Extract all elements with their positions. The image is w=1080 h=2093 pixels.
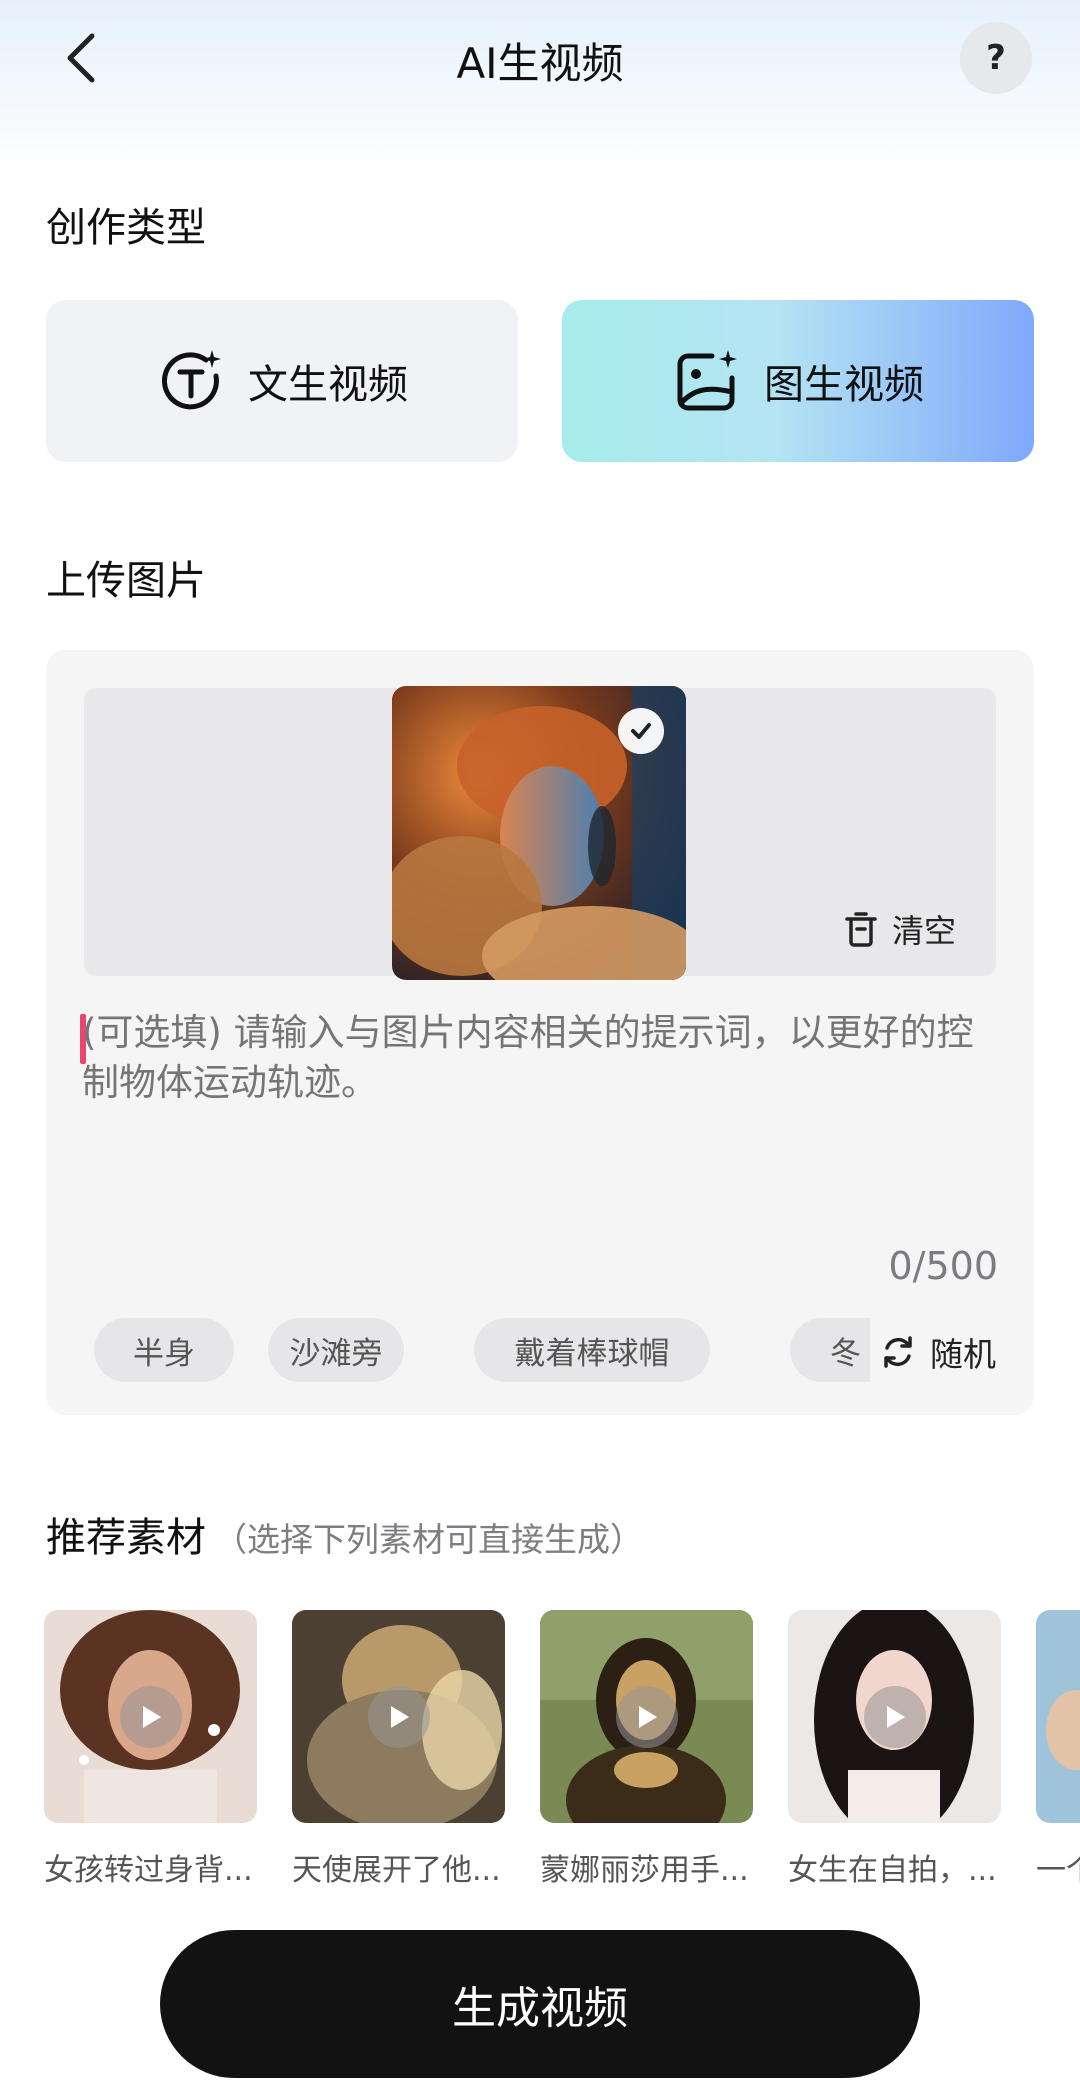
- recommend-caption: 女孩转过身背...: [44, 1853, 253, 1888]
- create-type-title: 创作类型: [46, 205, 206, 251]
- recommend-list: 女孩转过身背... 天使展开了他... 蒙娜丽莎用手... 女生在自拍，... …: [0, 1610, 1080, 1890]
- play-icon: [120, 1686, 182, 1748]
- text-to-video-label: 文生视频: [248, 362, 408, 408]
- upload-title: 上传图片: [46, 558, 206, 604]
- recommend-caption: 蒙娜丽莎用手...: [540, 1853, 749, 1888]
- recommend-caption: 一个: [1036, 1853, 1080, 1888]
- selected-check-icon: [618, 708, 664, 754]
- generate-video-button[interactable]: 生成视频: [160, 1930, 920, 2078]
- recommend-thumbnail: [1036, 1610, 1080, 1823]
- play-icon: [616, 1686, 678, 1748]
- recommend-title-text: 推荐素材: [46, 1515, 206, 1561]
- prompt-input[interactable]: [80, 1008, 1000, 1188]
- chip-beach[interactable]: 沙滩旁: [268, 1318, 404, 1382]
- image-sparkle-icon: [677, 350, 737, 411]
- play-icon: [368, 1686, 430, 1748]
- recommend-item[interactable]: 女生在自拍，...: [788, 1610, 1001, 1889]
- play-icon: [864, 1686, 926, 1748]
- text-to-video-option[interactable]: 文生视频: [46, 300, 518, 462]
- trash-icon: [845, 912, 877, 947]
- recommend-thumbnail: [292, 1610, 505, 1823]
- char-count: 0/500: [888, 1244, 998, 1288]
- recommend-thumbnail: [788, 1610, 1001, 1823]
- recommend-item[interactable]: 天使展开了他...: [292, 1610, 505, 1889]
- recommend-subtitle: （选择下列素材可直接生成）: [214, 1520, 643, 1559]
- recommend-caption: 天使展开了他...: [292, 1853, 501, 1888]
- chip-baseball-cap[interactable]: 戴着棒球帽: [474, 1318, 710, 1382]
- chip-winter[interactable]: 冬: [790, 1318, 870, 1382]
- recommend-title: 推荐素材 （选择下列素材可直接生成）: [46, 1505, 643, 1563]
- text-sparkle-icon: [162, 350, 221, 410]
- image-to-video-label: 图生视频: [764, 362, 924, 408]
- prompt-chips: 半身 沙滩旁 戴着棒球帽 冬: [94, 1318, 870, 1382]
- clear-button[interactable]: 清空: [844, 906, 956, 952]
- recommend-thumbnail: [540, 1610, 753, 1823]
- chip-half-body[interactable]: 半身: [94, 1318, 234, 1382]
- recommend-item[interactable]: 蒙娜丽莎用手...: [540, 1610, 753, 1889]
- random-button[interactable]: 随机: [880, 1328, 996, 1376]
- recommend-thumbnail: [44, 1610, 257, 1823]
- help-button[interactable]: ?: [960, 22, 1032, 94]
- recommend-item[interactable]: 女孩转过身背...: [44, 1610, 257, 1889]
- refresh-icon: [884, 1336, 912, 1368]
- image-to-video-option[interactable]: 图生视频: [562, 300, 1034, 462]
- upload-panel: 清空 0/500 半身 沙滩旁 戴着棒球帽 冬 随机: [46, 650, 1034, 1415]
- random-label: 随机: [930, 1335, 996, 1374]
- page-title: AI生视频: [456, 39, 624, 88]
- recommend-caption: 女生在自拍，...: [788, 1853, 997, 1888]
- clear-label: 清空: [892, 912, 957, 950]
- recommend-item[interactable]: 一个: [1036, 1610, 1080, 1889]
